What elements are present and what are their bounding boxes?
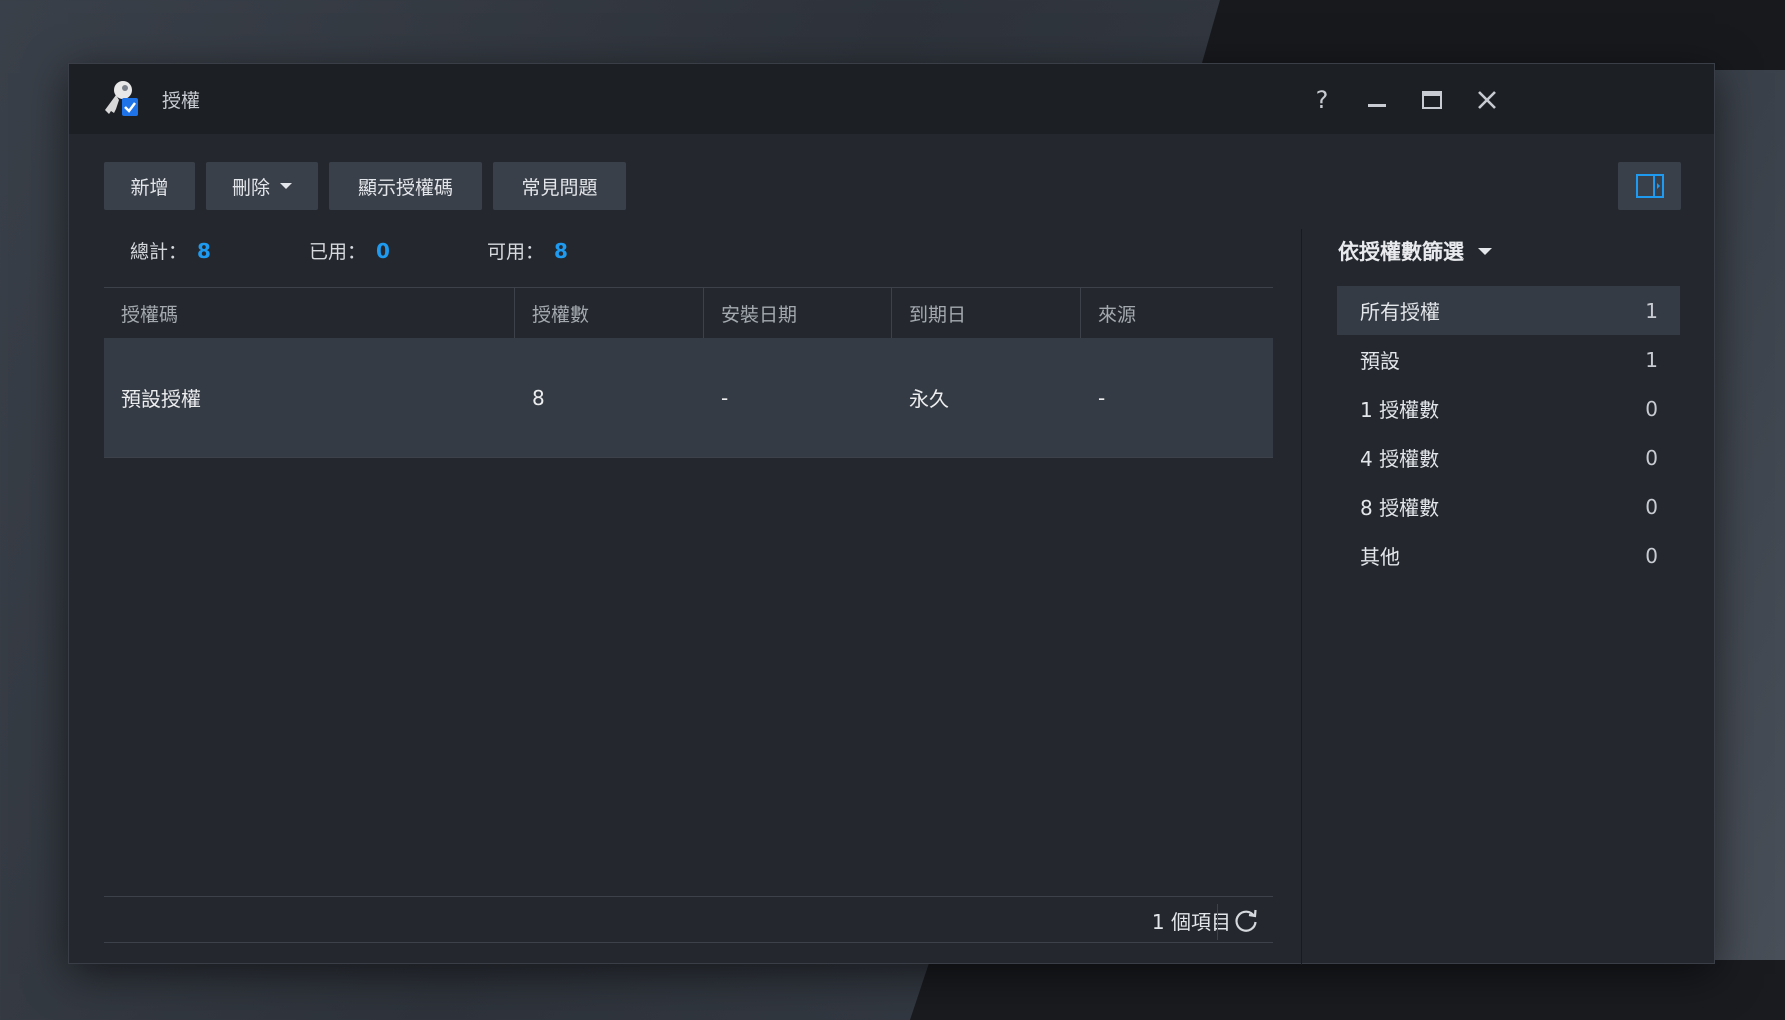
filter-item-count: 1 <box>1645 298 1658 323</box>
toggle-side-panel-button[interactable] <box>1618 162 1681 210</box>
total-value: 8 <box>197 239 211 263</box>
filter-item-label: 8 授權數 <box>1360 496 1440 520</box>
title-bar[interactable]: 授權 ? <box>69 64 1714 134</box>
license-key-icon <box>105 81 138 116</box>
footer-divider <box>104 896 1273 897</box>
filter-item-default[interactable]: 預設 1 <box>1337 335 1680 384</box>
close-button[interactable] <box>1469 82 1505 118</box>
summary-used: 已用： 0 <box>309 237 390 264</box>
maximize-icon <box>1422 91 1442 109</box>
filter-item-count: 0 <box>1645 445 1658 470</box>
close-icon <box>1478 91 1496 109</box>
column-header-source[interactable]: 來源 <box>1081 288 1273 338</box>
used-value: 0 <box>376 239 390 263</box>
available-label: 可用： <box>487 241 545 263</box>
footer-separator <box>1217 904 1218 940</box>
delete-dropdown-button[interactable]: 刪除 <box>206 162 318 210</box>
cell-license-code: 預設授權 <box>121 387 201 411</box>
filter-item-all-licenses[interactable]: 所有授權 1 <box>1337 286 1680 335</box>
filter-item-count: 0 <box>1645 543 1658 568</box>
license-table: 授權碼 授權數 安裝日期 到期日 來源 預設授權 8 - 永久 - <box>104 287 1273 458</box>
chevron-down-icon <box>280 183 292 189</box>
filter-item-count: 0 <box>1645 494 1658 519</box>
summary-available: 可用： 8 <box>487 237 568 264</box>
available-value: 8 <box>554 239 568 263</box>
filter-item-4-licenses[interactable]: 4 授權數 0 <box>1337 433 1680 482</box>
refresh-button[interactable] <box>1232 907 1260 935</box>
show-license-code-button[interactable]: 顯示授權碼 <box>329 162 482 210</box>
filter-item-label: 1 授權數 <box>1360 398 1440 422</box>
window-title: 授權 <box>162 90 201 112</box>
delete-button-label: 刪除 <box>231 176 270 199</box>
background-shape <box>1200 0 1785 70</box>
background-shape <box>910 960 1785 1020</box>
filter-item-count: 0 <box>1645 396 1658 421</box>
column-header-license-code[interactable]: 授權碼 <box>104 288 515 338</box>
table-row[interactable]: 預設授權 8 - 永久 - <box>104 338 1273 458</box>
filter-item-label: 4 授權數 <box>1360 447 1440 471</box>
cell-license-count: 8 <box>532 385 545 410</box>
filter-item-8-licenses[interactable]: 8 授權數 0 <box>1337 482 1680 531</box>
minimize-button[interactable] <box>1359 82 1395 118</box>
filter-item-label: 所有授權 <box>1360 300 1440 324</box>
table-header: 授權碼 授權數 安裝日期 到期日 來源 <box>104 287 1273 338</box>
footer-divider <box>104 942 1273 943</box>
filter-item-label: 其他 <box>1360 545 1400 569</box>
faq-button-label: 常見問題 <box>521 176 598 199</box>
maximize-button[interactable] <box>1414 82 1450 118</box>
cell-expiry-date: 永久 <box>909 387 949 411</box>
refresh-icon <box>1235 909 1257 932</box>
question-mark-icon: ? <box>1315 86 1329 114</box>
column-header-expiry-date[interactable]: 到期日 <box>892 288 1081 338</box>
total-label: 總計： <box>130 241 188 263</box>
chevron-down-icon <box>1478 247 1492 255</box>
add-button[interactable]: 新增 <box>104 162 195 210</box>
add-button-label: 新增 <box>130 176 169 199</box>
column-header-license-count[interactable]: 授權數 <box>515 288 704 338</box>
filter-list: 所有授權 1 預設 1 1 授權數 0 4 授權數 0 8 授權數 0 其他 0 <box>1337 286 1680 580</box>
cell-install-date: - <box>721 385 729 410</box>
faq-button[interactable]: 常見問題 <box>493 162 626 210</box>
filter-item-label: 預設 <box>1360 349 1400 373</box>
filter-item-count: 1 <box>1645 347 1658 372</box>
show-license-code-label: 顯示授權碼 <box>357 176 453 199</box>
filter-title: 依授權數篩選 <box>1338 240 1464 264</box>
minimize-icon <box>1368 104 1386 107</box>
summary-total: 總計： 8 <box>130 237 211 264</box>
panel-divider <box>1301 229 1302 965</box>
cell-source: - <box>1098 385 1106 410</box>
license-window: 授權 ? 新增 刪除 顯示授權碼 常見問題 總計： 8 已用： 0 可用： 8 … <box>68 63 1715 965</box>
filter-dropdown[interactable]: 依授權數篩選 <box>1338 236 1492 266</box>
side-panel-icon <box>1635 174 1664 198</box>
column-header-install-date[interactable]: 安裝日期 <box>704 288 892 338</box>
used-label: 已用： <box>309 241 367 263</box>
help-button[interactable]: ? <box>1304 82 1340 118</box>
filter-item-other[interactable]: 其他 0 <box>1337 531 1680 580</box>
filter-item-1-license[interactable]: 1 授權數 0 <box>1337 384 1680 433</box>
